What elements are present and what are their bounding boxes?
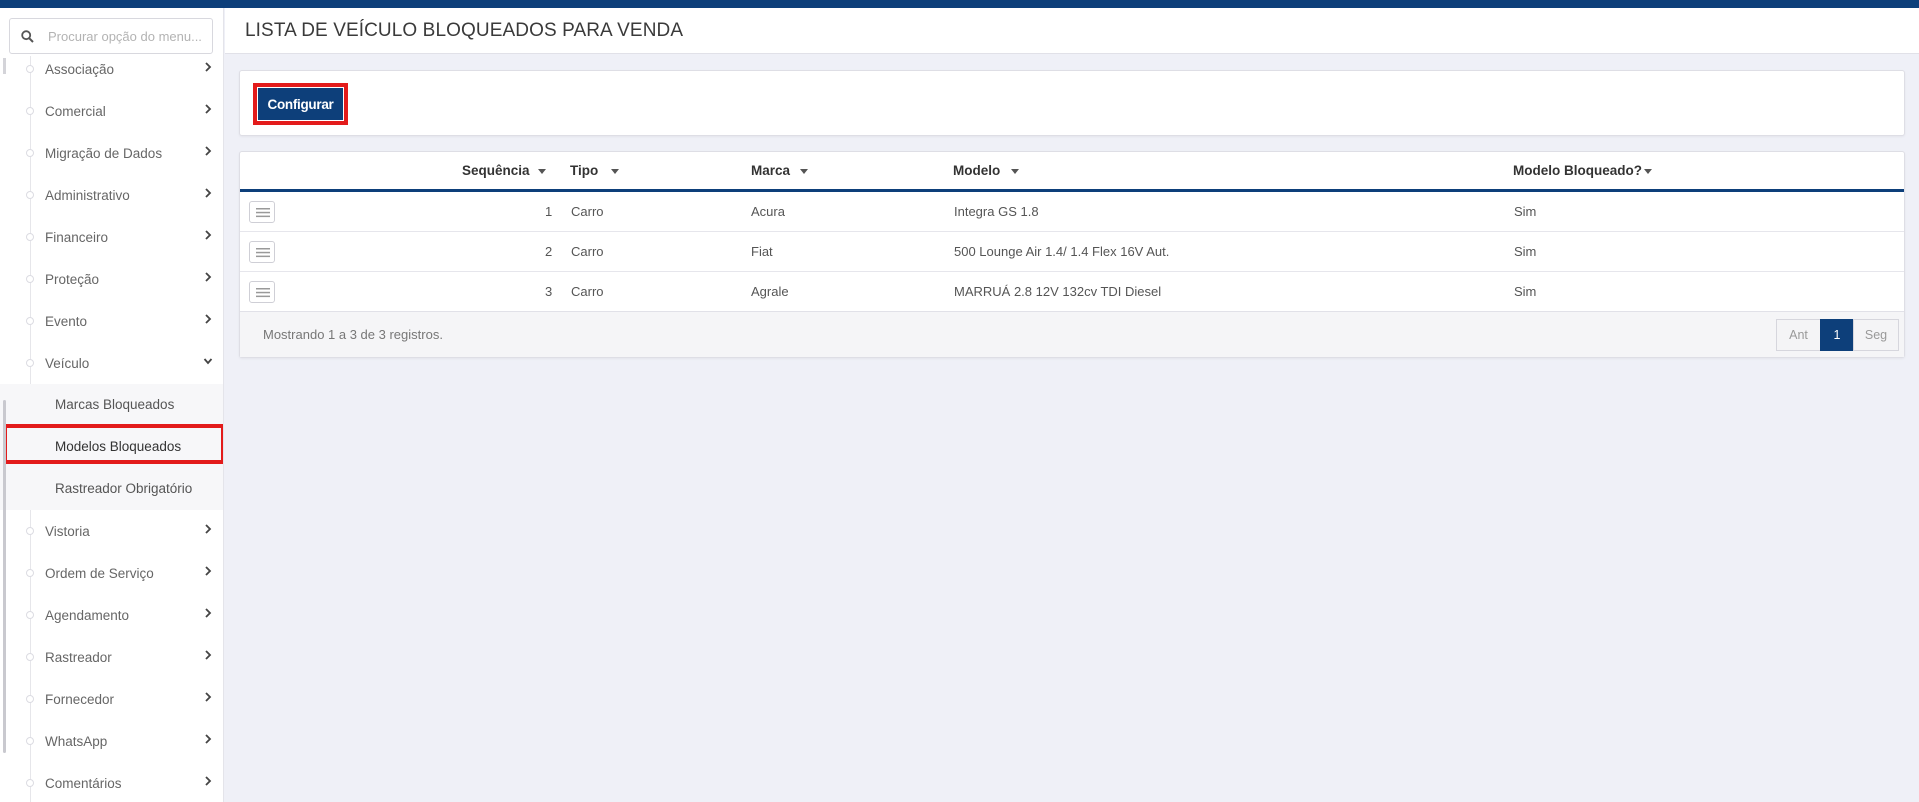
sidebar-item-rastreador[interactable]: Rastreador: [0, 636, 223, 678]
table-row: 1 Carro Acura Integra GS 1.8 Sim: [240, 192, 1904, 232]
header-modelo[interactable]: Modelo: [953, 163, 1000, 178]
sidebar-item-label: WhatsApp: [45, 733, 108, 749]
chevron-right-icon: [205, 146, 212, 156]
sidebar-item-label: Comercial: [45, 103, 106, 119]
cell-modelo: 500 Lounge Air 1.4/ 1.4 Flex 16V Aut.: [954, 244, 1170, 259]
page-title: LISTA DE VEÍCULO BLOQUEADOS PARA VENDA: [245, 20, 684, 41]
chevron-right-icon: [205, 230, 212, 240]
sidebar-item-fornecedor[interactable]: Fornecedor: [0, 678, 223, 720]
sidebar-subitem-marcas-bloqueados[interactable]: Marcas Bloqueados: [0, 384, 223, 426]
cell-sequencia: 1: [545, 204, 553, 219]
sidebar-item-label: Migração de Dados: [45, 145, 163, 161]
cell-tipo: Carro: [571, 284, 604, 299]
sidebar-item-label: Associação: [45, 61, 115, 77]
cell-tipo: Carro: [571, 204, 604, 219]
sort-caret-icon[interactable]: [1644, 169, 1652, 174]
chevron-right-icon: [205, 104, 212, 114]
row-menu-button[interactable]: [249, 281, 275, 303]
sidebar-item-label: Ordem de Serviço: [45, 565, 154, 581]
chevron-right-icon: [205, 314, 212, 324]
row-menu-button[interactable]: [249, 241, 275, 263]
table-info: Mostrando 1 a 3 de 3 registros.: [263, 327, 443, 342]
sidebar-item-label: Proteção: [45, 271, 100, 287]
sidebar-item-label: Rastreador: [45, 649, 112, 665]
menu-icon: [256, 248, 270, 258]
cell-sequencia: 3: [545, 284, 553, 299]
sidebar-item-comercial[interactable]: Comercial: [0, 90, 223, 132]
sidebar-item-administrativo[interactable]: Administrativo: [0, 174, 223, 216]
chevron-down-icon: [203, 358, 213, 365]
chevron-right-icon: [205, 62, 212, 72]
chevron-right-icon: [205, 524, 212, 534]
sort-caret-icon[interactable]: [800, 169, 808, 174]
menu-icon: [256, 208, 270, 218]
sidebar: Associação Comercial Migração de Dados A…: [0, 8, 224, 802]
cell-bloqueado: Sim: [1514, 284, 1537, 299]
header-tipo[interactable]: Tipo: [570, 163, 598, 178]
cell-modelo: Integra GS 1.8: [954, 204, 1039, 219]
chevron-right-icon: [205, 608, 212, 618]
actions-card: [239, 70, 1905, 136]
active-item-highlight: [3, 424, 223, 464]
cell-marca: Agrale: [751, 284, 789, 299]
sidebar-item-label: Financeiro: [45, 229, 109, 245]
header-marca[interactable]: Marca: [751, 163, 790, 178]
menu-search-input[interactable]: [48, 25, 208, 47]
top-bar: [0, 0, 1919, 8]
sidebar-item-protecao[interactable]: Proteção: [0, 258, 223, 300]
sidebar-item-label: Comentários: [45, 775, 122, 791]
sidebar-item-label: Evento: [45, 313, 88, 329]
sidebar-subitem-label: Rastreador Obrigatório: [55, 481, 193, 496]
sidebar-item-label: Vistoria: [45, 523, 90, 539]
menu-search[interactable]: [9, 18, 213, 54]
sidebar-item-label: Fornecedor: [45, 691, 115, 707]
cell-sequencia: 2: [545, 244, 553, 259]
sidebar-item-associacao[interactable]: Associação: [0, 56, 223, 90]
sidebar-item-label: Agendamento: [45, 607, 130, 623]
sort-caret-icon[interactable]: [538, 169, 546, 174]
sidebar-item-financeiro[interactable]: Financeiro: [0, 216, 223, 258]
header-modelo-bloqueado[interactable]: Modelo Bloqueado?: [1513, 163, 1642, 178]
chevron-right-icon: [205, 650, 212, 660]
table-footer: Mostrando 1 a 3 de 3 registros. Ant 1 Se…: [240, 311, 1904, 357]
pagination-page-1[interactable]: 1: [1820, 319, 1854, 351]
menu-icon: [256, 288, 270, 298]
cell-bloqueado: Sim: [1514, 204, 1537, 219]
chevron-right-icon: [205, 272, 212, 282]
sidebar-subitem-rastreador-obrigatorio[interactable]: Rastreador Obrigatório: [0, 468, 223, 510]
sidebar-item-ordem-servico[interactable]: Ordem de Serviço: [0, 552, 223, 594]
table-row: 3 Carro Agrale MARRUÁ 2.8 12V 132cv TDI …: [240, 272, 1904, 312]
table-row: 2 Carro Fiat 500 Lounge Air 1.4/ 1.4 Fle…: [240, 232, 1904, 272]
cell-marca: Acura: [751, 204, 785, 219]
sidebar-subitem-label: Marcas Bloqueados: [55, 397, 175, 412]
sidebar-scrollbar-top: [3, 58, 6, 74]
cell-modelo: MARRUÁ 2.8 12V 132cv TDI Diesel: [954, 284, 1162, 299]
header-sequencia[interactable]: Sequência: [462, 163, 530, 178]
sidebar-item-comentarios[interactable]: Comentários: [0, 762, 223, 802]
cell-tipo: Carro: [571, 244, 604, 259]
sidebar-item-whatsapp[interactable]: WhatsApp: [0, 720, 223, 762]
sidebar-item-agendamento[interactable]: Agendamento: [0, 594, 223, 636]
row-menu-button[interactable]: [249, 201, 275, 223]
sidebar-item-veiculo[interactable]: Veículo: [0, 342, 223, 384]
sidebar-item-label: Veículo: [45, 355, 90, 371]
chevron-right-icon: [205, 188, 212, 198]
cell-marca: Fiat: [751, 244, 773, 259]
configure-button[interactable]: Configurar: [258, 88, 343, 120]
chevron-right-icon: [205, 692, 212, 702]
cell-bloqueado: Sim: [1514, 244, 1537, 259]
pagination-prev[interactable]: Ant: [1776, 319, 1821, 351]
sidebar-item-evento[interactable]: Evento: [0, 300, 223, 342]
sidebar-item-label: Administrativo: [45, 187, 130, 203]
chevron-right-icon: [205, 776, 212, 786]
sidebar-scrollbar[interactable]: [3, 400, 6, 753]
chevron-right-icon: [205, 734, 212, 744]
sidebar-item-vistoria[interactable]: Vistoria: [0, 510, 223, 552]
pagination-next[interactable]: Seg: [1853, 319, 1899, 351]
sort-caret-icon[interactable]: [611, 169, 619, 174]
chevron-right-icon: [205, 566, 212, 576]
sort-caret-icon[interactable]: [1011, 169, 1019, 174]
sidebar-item-migracao[interactable]: Migração de Dados: [0, 132, 223, 174]
search-icon: [21, 30, 34, 43]
